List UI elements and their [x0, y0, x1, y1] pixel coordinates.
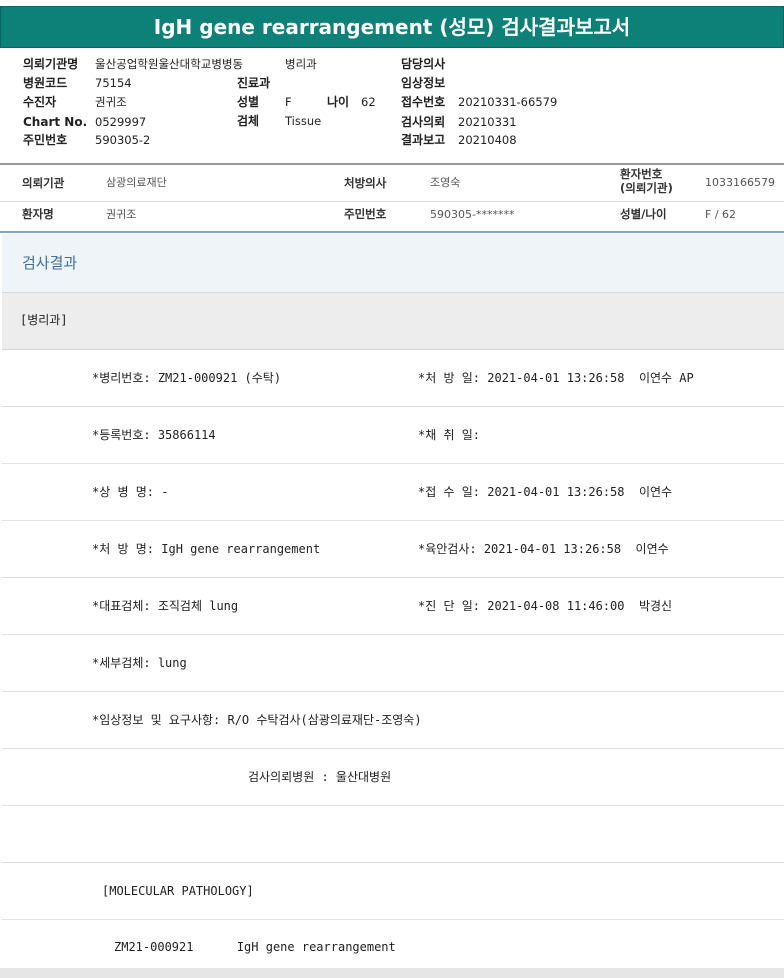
- patient-no-value: 1033166579: [705, 176, 775, 189]
- field-label: 검사의뢰: [401, 115, 446, 129]
- department-label: [병리과]: [20, 313, 68, 327]
- header-field: 담당의사: [401, 57, 458, 71]
- field-value: 20210331-66579: [458, 95, 558, 109]
- result-right: *육안검사: 2021-04-01 13:26:58 이연수: [418, 542, 669, 556]
- field-value: Tissue: [285, 114, 322, 128]
- doctor-value: 조영숙: [430, 176, 461, 189]
- result-right: *접 수 일: 2021-04-01 13:26:58 이연수: [418, 485, 673, 499]
- sex-age-label: 성별/나이: [620, 207, 667, 221]
- result-row: *대표검체: 조직검체 lung *진 단 일: 2021-04-08 11:46…: [2, 578, 784, 635]
- header-field: 임상정보: [401, 76, 458, 90]
- field-value: 20210408: [458, 133, 517, 147]
- institution-value: 삼광의료재단: [106, 176, 167, 189]
- result-right: *진 단 일: 2021-04-08 11:46:00 박경신: [418, 599, 673, 613]
- header-field: 결과보고 20210408: [401, 133, 517, 147]
- patient-name-value: 권귀조: [106, 208, 137, 221]
- bottom-scroll-edge: [0, 968, 784, 978]
- result-row: *병리번호: ZM21-000921 (수탁) *처 방 일: 2021-04-0…: [2, 350, 784, 407]
- result-right: *채 취 일:: [418, 428, 481, 442]
- department-value: 병리과: [285, 57, 317, 71]
- header-field: 병원코드 75154: [23, 76, 132, 90]
- field-value: 권귀조: [95, 95, 127, 109]
- header-field: 검체 Tissue: [237, 114, 321, 128]
- result-left: *등록번호: 35866114: [92, 428, 216, 442]
- field-label: 주민번호: [23, 133, 68, 147]
- section-title: 검사결과: [22, 254, 78, 272]
- age-field: 나이 62: [327, 95, 376, 109]
- header-field: 주민번호 590305-2: [23, 133, 150, 147]
- patient-no-label-line2: (의뢰기관): [620, 181, 673, 195]
- field-label: 검체: [237, 114, 260, 128]
- header-field: Chart No. 0529997: [23, 115, 146, 129]
- field-value: F: [285, 95, 292, 109]
- header-field: 수진자 권귀조: [23, 95, 127, 109]
- info-row-patient: 환자명 권귀조 주민번호 590305-******* 성별/나이 F / 62: [0, 198, 784, 231]
- patient-name-label: 환자명: [22, 207, 54, 221]
- doctor-label: 처방의사: [344, 176, 387, 190]
- field-label: 담당의사: [401, 57, 446, 71]
- result-left: *처 방 명: IgH gene rearrangement: [92, 542, 321, 556]
- field-value: 75154: [95, 76, 132, 90]
- hospital-row: 검사의뢰병원 : 울산대병원: [2, 749, 784, 806]
- result-row: *처 방 명: IgH gene rearrangement *육안검사: 202…: [2, 521, 784, 578]
- molecular-row: ZM21-000921 IgH gene rearrangement: [2, 920, 784, 966]
- sex-age-value: F / 62: [705, 208, 737, 221]
- molecular-header-row: [MOLECULAR PATHOLOGY]: [2, 863, 784, 920]
- molecular-line: ZM21-000921 IgH gene rearrangement: [114, 940, 396, 954]
- institution-label: 의뢰기관: [22, 176, 65, 190]
- field-label: 진료과: [237, 76, 271, 90]
- rrn-value: 590305-*******: [430, 208, 515, 221]
- field-label: 결과보고: [401, 133, 446, 147]
- rrn-label: 주민번호: [344, 207, 387, 221]
- department-row: [병리과]: [2, 293, 784, 350]
- hospital-line: 검사의뢰병원 : 울산대병원: [248, 770, 392, 784]
- header-field: 성별 F: [237, 95, 292, 109]
- result-left: *세부검체: lung: [92, 656, 187, 670]
- empty-row: [2, 806, 784, 863]
- header-field: 접수번호 20210331-66579: [401, 95, 557, 109]
- result-left: *대표검체: 조직검체 lung: [92, 599, 239, 613]
- field-value: 62: [361, 95, 376, 109]
- molecular-label: [MOLECULAR PATHOLOGY]: [102, 884, 254, 898]
- field-label: 임상정보: [401, 76, 446, 90]
- field-label: 나이: [327, 95, 350, 109]
- field-label: Chart No.: [23, 115, 88, 129]
- result-left: *병리번호: ZM21-000921 (수탁): [92, 371, 282, 385]
- patient-no-label: 환자번호 (의뢰기관): [620, 167, 673, 195]
- field-value: 울산공업학원울산대학교병병동: [95, 57, 244, 71]
- field-value: 0529997: [95, 115, 147, 129]
- result-left: *상 병 명: -: [92, 485, 169, 499]
- field-value: 20210331: [458, 115, 517, 129]
- result-right: *처 방 일: 2021-04-01 13:26:58 이연수 AP: [418, 371, 694, 385]
- field-label: 의뢰기관명: [23, 57, 79, 71]
- field-label: 수진자: [23, 95, 57, 109]
- result-row: *세부검체: lung: [2, 635, 784, 692]
- field-label: 성별: [237, 95, 260, 109]
- info-divider: [0, 231, 784, 233]
- field-label: 병원코드: [23, 76, 68, 90]
- field-label: 접수번호: [401, 95, 446, 109]
- patient-no-label-line1: 환자번호: [620, 167, 663, 181]
- field-value: 590305-2: [95, 133, 151, 147]
- header-field: 검사의뢰 20210331: [401, 115, 517, 129]
- info-row-institution: 의뢰기관 삼광의료재단 처방의사 조영숙 환자번호 (의뢰기관) 10331665…: [0, 165, 784, 202]
- report-title: IgH gene rearrangement (성모) 검사결과보고서: [0, 6, 784, 48]
- header-field: 진료과: [237, 76, 285, 90]
- result-left: *임상정보 및 요구사항: R/O 수탁검사(삼광의료재단-조영숙): [92, 713, 422, 727]
- result-row: *상 병 명: - *접 수 일: 2021-04-01 13:26:58 이연수: [2, 464, 784, 521]
- result-row: *등록번호: 35866114 *채 취 일:: [2, 407, 784, 464]
- result-row: *임상정보 및 요구사항: R/O 수탁검사(삼광의료재단-조영숙): [2, 692, 784, 749]
- header-field: 의뢰기관명 울산공업학원울산대학교병병동: [23, 57, 243, 71]
- section-results-header: 검사결과: [2, 234, 784, 293]
